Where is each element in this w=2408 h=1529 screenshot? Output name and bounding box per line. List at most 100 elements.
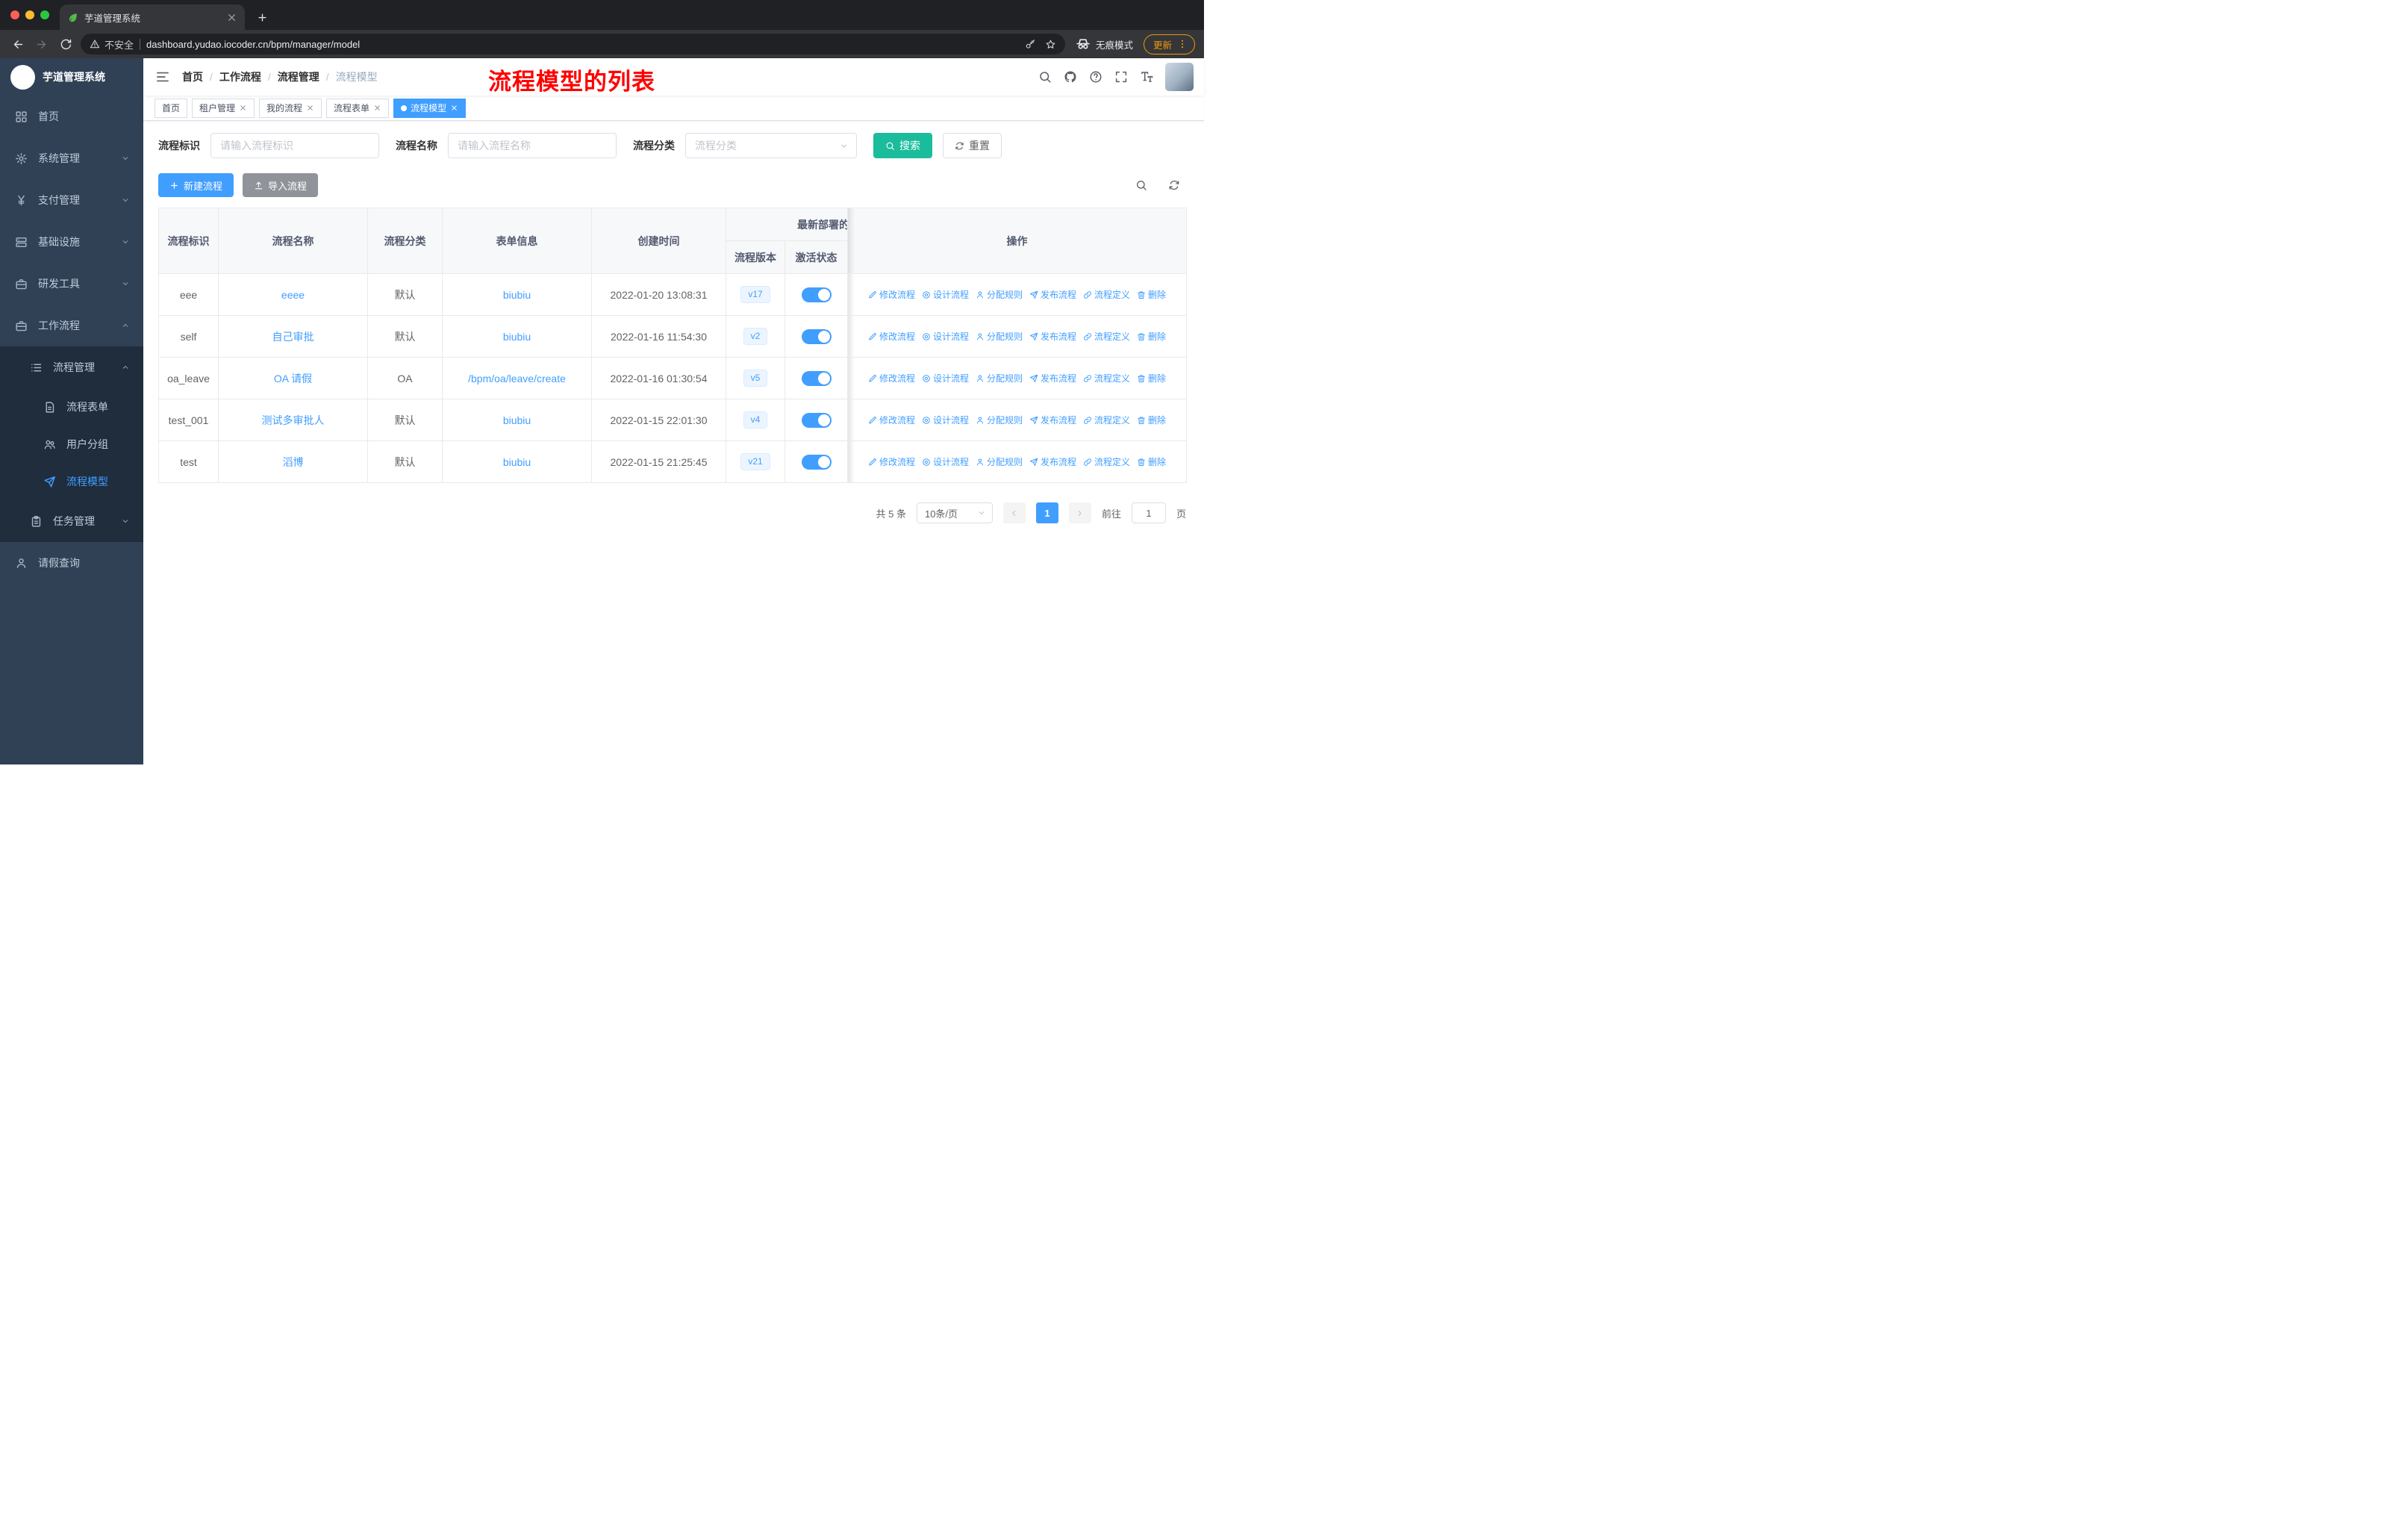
assign-rule-link[interactable]: 分配规则 — [976, 330, 1023, 343]
window-close-button[interactable] — [10, 10, 19, 19]
tag-my-process[interactable]: 我的流程 — [259, 98, 322, 118]
page-size-select[interactable]: 10条/页 — [916, 502, 993, 523]
sidebar-item-infrastructure[interactable]: 基础设施 — [0, 221, 143, 263]
edit-process-link[interactable]: 修改流程 — [868, 372, 915, 384]
process-name-input[interactable] — [448, 133, 617, 158]
publish-process-link[interactable]: 发布流程 — [1029, 288, 1076, 301]
close-icon[interactable] — [239, 104, 247, 112]
tag-process-model[interactable]: 流程模型 — [393, 98, 467, 118]
address-bar[interactable]: 不安全 dashboard.yudao.iocoder.cn/bpm/manag… — [81, 34, 1065, 55]
publish-process-link[interactable]: 发布流程 — [1029, 372, 1076, 384]
window-minimize-button[interactable] — [25, 10, 34, 19]
toggle-search-icon[interactable] — [1135, 179, 1147, 191]
search-icon[interactable] — [1038, 70, 1052, 84]
active-toggle[interactable] — [801, 370, 832, 386]
active-toggle[interactable] — [801, 287, 832, 302]
publish-process-link[interactable]: 发布流程 — [1029, 330, 1076, 343]
browser-update-button[interactable]: 更新 — [1143, 34, 1195, 55]
search-button[interactable]: 搜索 — [873, 133, 932, 158]
back-button[interactable] — [9, 35, 27, 53]
new-tab-button[interactable] — [252, 7, 272, 27]
menu-dots-icon[interactable] — [1177, 39, 1188, 49]
active-toggle[interactable] — [801, 454, 832, 470]
process-name-link[interactable]: 测试多审批人 — [262, 414, 325, 426]
process-id-input[interactable] — [210, 133, 379, 158]
import-process-button[interactable]: 导入流程 — [243, 173, 319, 197]
process-name-link[interactable]: eeee — [281, 289, 305, 301]
form-info-link[interactable]: /bpm/oa/leave/create — [468, 373, 566, 384]
help-icon[interactable] — [1089, 70, 1102, 84]
process-name-link[interactable]: 滔博 — [283, 456, 304, 468]
process-name-link[interactable]: OA 请假 — [274, 373, 312, 384]
process-definition-link[interactable]: 流程定义 — [1083, 414, 1130, 426]
publish-process-link[interactable]: 发布流程 — [1029, 455, 1076, 468]
window-zoom-button[interactable] — [40, 10, 49, 19]
close-icon[interactable] — [373, 104, 381, 112]
refresh-table-icon[interactable] — [1168, 179, 1180, 191]
browser-tab[interactable]: 芋道管理系统 — [60, 4, 245, 30]
delete-process-link[interactable]: 删除 — [1137, 330, 1166, 343]
create-process-button[interactable]: 新建流程 — [158, 173, 234, 197]
sidebar-item-process-form[interactable]: 流程表单 — [0, 388, 143, 426]
edit-process-link[interactable]: 修改流程 — [868, 414, 915, 426]
sidebar-item-user-group[interactable]: 用户分组 — [0, 426, 143, 463]
delete-process-link[interactable]: 删除 — [1137, 455, 1166, 468]
tag-home[interactable]: 首页 — [155, 98, 188, 118]
page-number-button[interactable]: 1 — [1035, 502, 1058, 523]
bookmark-star-icon[interactable] — [1045, 39, 1056, 50]
font-size-icon[interactable] — [1140, 70, 1153, 84]
edit-process-link[interactable]: 修改流程 — [868, 455, 915, 468]
close-icon[interactable] — [450, 104, 458, 112]
process-definition-link[interactable]: 流程定义 — [1083, 455, 1130, 468]
edit-process-link[interactable]: 修改流程 — [868, 288, 915, 301]
forward-button[interactable] — [33, 35, 51, 53]
url-text[interactable]: dashboard.yudao.iocoder.cn/bpm/manager/m… — [146, 39, 1019, 50]
category-select[interactable]: 流程分类 — [685, 133, 857, 158]
reload-button[interactable] — [57, 35, 75, 53]
delete-process-link[interactable]: 删除 — [1137, 288, 1166, 301]
tag-process-form[interactable]: 流程表单 — [326, 98, 390, 118]
sidebar-item-payment[interactable]: 支付管理 — [0, 179, 143, 221]
sidebar-item-system[interactable]: 系统管理 — [0, 137, 143, 179]
next-page-button[interactable] — [1068, 502, 1091, 523]
design-process-link[interactable]: 设计流程 — [922, 455, 969, 468]
sidebar-toggle-button[interactable] — [143, 58, 182, 96]
security-status[interactable]: 不安全 — [90, 37, 134, 52]
form-info-link[interactable]: biubiu — [503, 456, 531, 468]
form-info-link[interactable]: biubiu — [503, 331, 531, 343]
sidebar-item-process-model[interactable]: 流程模型 — [0, 463, 143, 500]
sidebar-item-devtools[interactable]: 研发工具 — [0, 263, 143, 305]
design-process-link[interactable]: 设计流程 — [922, 330, 969, 343]
process-definition-link[interactable]: 流程定义 — [1083, 288, 1130, 301]
assign-rule-link[interactable]: 分配规则 — [976, 414, 1023, 426]
sidebar-item-leave-query[interactable]: 请假查询 — [0, 542, 143, 584]
process-definition-link[interactable]: 流程定义 — [1083, 330, 1130, 343]
design-process-link[interactable]: 设计流程 — [922, 414, 969, 426]
form-info-link[interactable]: biubiu — [503, 414, 531, 426]
form-info-link[interactable]: biubiu — [503, 289, 531, 301]
edit-process-link[interactable]: 修改流程 — [868, 330, 915, 343]
github-icon[interactable] — [1064, 70, 1077, 84]
tag-tenant-management[interactable]: 租户管理 — [192, 98, 255, 118]
prev-page-button[interactable] — [1002, 502, 1026, 523]
assign-rule-link[interactable]: 分配规则 — [976, 288, 1023, 301]
breadcrumb-item[interactable]: 工作流程 — [219, 69, 261, 84]
process-definition-link[interactable]: 流程定义 — [1083, 372, 1130, 384]
breadcrumb-item[interactable]: 流程管理 — [278, 69, 319, 84]
design-process-link[interactable]: 设计流程 — [922, 372, 969, 384]
design-process-link[interactable]: 设计流程 — [922, 288, 969, 301]
breadcrumb-item[interactable]: 首页 — [182, 69, 203, 84]
delete-process-link[interactable]: 删除 — [1137, 414, 1166, 426]
assign-rule-link[interactable]: 分配规则 — [976, 455, 1023, 468]
assign-rule-link[interactable]: 分配规则 — [976, 372, 1023, 384]
process-name-link[interactable]: 自己审批 — [272, 331, 314, 343]
user-avatar[interactable] — [1165, 63, 1194, 91]
goto-page-input[interactable] — [1131, 502, 1166, 523]
sidebar-item-home[interactable]: 首页 — [0, 96, 143, 137]
app-logo[interactable]: 芋道管理系统 — [0, 58, 143, 96]
tab-close-icon[interactable] — [226, 12, 237, 23]
reset-button[interactable]: 重置 — [943, 133, 1002, 158]
sidebar-item-process-management[interactable]: 流程管理 — [0, 346, 143, 388]
password-key-icon[interactable] — [1025, 39, 1036, 50]
sidebar-item-workflow[interactable]: 工作流程 — [0, 305, 143, 346]
